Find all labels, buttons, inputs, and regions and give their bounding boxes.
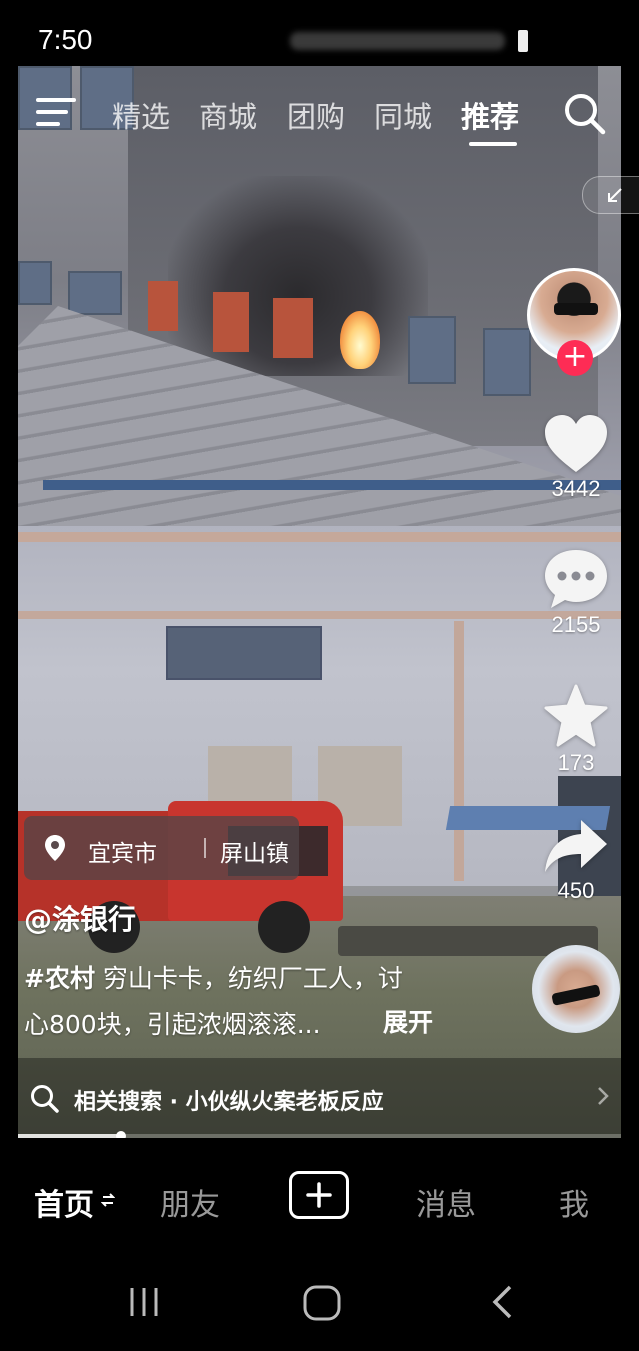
tab-nearby[interactable]: 同城: [374, 94, 432, 136]
related-search-bar[interactable]: 相关搜索 · 小伙纵火案老板反应: [0, 1058, 639, 1138]
video-scene-window: [213, 292, 249, 352]
favorite-count: 173: [557, 750, 595, 775]
like-count: 3442: [551, 476, 601, 501]
like-button[interactable]: 3442: [536, 414, 616, 502]
nav-messages[interactable]: 消息: [416, 1180, 476, 1224]
status-time: 7:50: [38, 24, 93, 55]
location-town: 屏山镇: [220, 841, 289, 867]
star-icon: [544, 684, 608, 747]
description-text: 穷山卡卡，纺织厂工人，讨: [94, 964, 403, 993]
tab-group-buy[interactable]: 团购: [287, 94, 345, 136]
tab-mall[interactable]: 商城: [199, 94, 257, 136]
video-scene-window: [18, 261, 52, 305]
create-button[interactable]: [289, 1171, 349, 1219]
location-tag[interactable]: 宜宾市 屏山镇: [24, 816, 299, 880]
battery-icon: [518, 30, 528, 52]
related-search-text: 相关搜索 · 小伙纵火案老板反应: [74, 1090, 384, 1115]
search-icon[interactable]: [563, 92, 607, 136]
share-count: 450: [557, 878, 595, 903]
video-scene-band: [18, 532, 621, 542]
favorite-button[interactable]: 173: [536, 684, 616, 776]
video-scene-window: [408, 316, 456, 384]
expand-button[interactable]: 展开: [383, 1003, 433, 1039]
menu-icon[interactable]: [36, 96, 76, 128]
share-button[interactable]: 450: [536, 816, 616, 904]
video-scene-window: [68, 271, 122, 315]
arrow-in-icon: [608, 188, 622, 202]
video-scene-window: [273, 298, 313, 358]
comment-count: 2155: [551, 612, 601, 637]
nav-friends[interactable]: 朋友: [160, 1180, 220, 1224]
hashtag[interactable]: #农村: [24, 964, 95, 993]
location-city: 宜宾市: [88, 841, 157, 867]
video-scene-window: [148, 281, 178, 331]
status-icons: [290, 28, 540, 54]
video-scene-band: [18, 611, 621, 619]
switch-feed-icon[interactable]: [101, 1190, 115, 1210]
video-scene-fire: [340, 311, 380, 369]
status-bar: 7:50: [0, 0, 639, 66]
heart-icon: [545, 415, 607, 472]
bottom-nav: 首页 朋友 消息 我: [0, 1138, 639, 1256]
avatar-glasses: [554, 303, 598, 315]
music-disc[interactable]: [532, 945, 620, 1033]
author-name[interactable]: @涂银行: [24, 898, 136, 938]
video-scene-window: [483, 328, 531, 396]
system-nav-bar: [0, 1256, 639, 1351]
home-icon[interactable]: [302, 1284, 342, 1324]
back-icon[interactable]: [488, 1284, 516, 1320]
comment-button[interactable]: 2155: [536, 548, 616, 638]
follow-button[interactable]: +: [557, 340, 593, 376]
plus-icon: [306, 1182, 332, 1208]
disc-avatar: [551, 984, 601, 1006]
video-scene-gutter: [43, 480, 621, 490]
status-notification-icons: [290, 32, 505, 50]
video-scene-pillar: [454, 621, 464, 881]
chevron-right-icon: [598, 1087, 609, 1105]
tab-featured[interactable]: 精选: [112, 94, 170, 136]
comment-icon: [545, 550, 607, 608]
tab-recommended[interactable]: 推荐: [461, 94, 519, 136]
nav-me[interactable]: 我: [559, 1180, 589, 1224]
share-arrow-icon: [545, 820, 607, 872]
search-icon: [31, 1085, 59, 1113]
location-separator: [204, 838, 206, 858]
side-panel-button[interactable]: [582, 176, 639, 214]
video-scene-wheel: [258, 901, 310, 953]
recent-apps-icon[interactable]: [126, 1284, 162, 1320]
nav-home[interactable]: 首页: [34, 1180, 94, 1224]
video-scene-window: [166, 626, 322, 680]
location-pin-icon: [45, 835, 65, 861]
active-tab-indicator: [469, 142, 517, 146]
top-nav: 精选 商城 团购 同城 推荐: [18, 66, 621, 156]
